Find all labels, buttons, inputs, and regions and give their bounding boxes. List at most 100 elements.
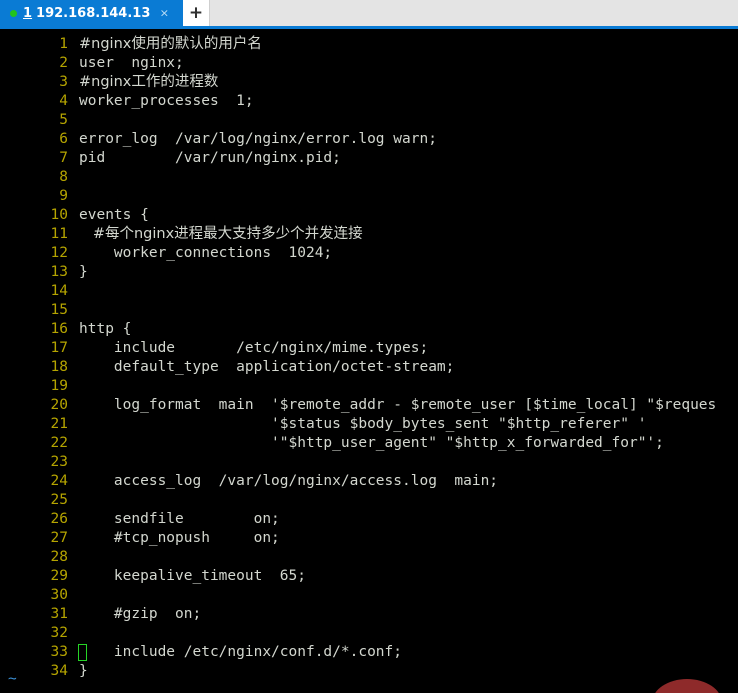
line-number: 2 bbox=[59, 55, 68, 71]
line-number: 7 bbox=[59, 150, 68, 166]
code-line[interactable]: 8 bbox=[0, 168, 738, 187]
code-line[interactable]: 32 bbox=[0, 624, 738, 643]
line-text: log_format main '$remote_addr - $remote_… bbox=[79, 397, 717, 413]
text-cursor bbox=[78, 644, 87, 661]
line-text: default_type application/octet-stream; bbox=[79, 359, 455, 375]
line-number: 5 bbox=[59, 112, 68, 128]
line-text: worker_connections 1024; bbox=[79, 245, 333, 261]
code-line[interactable]: 28 bbox=[0, 548, 738, 567]
line-text: #nginx使用的默认的用户名 bbox=[79, 36, 262, 52]
code-line[interactable]: 29 keepalive_timeout 65; bbox=[0, 567, 738, 586]
code-line[interactable]: 4 worker_processes 1; bbox=[0, 92, 738, 111]
close-icon[interactable]: × bbox=[160, 8, 169, 19]
corner-decoration bbox=[652, 679, 722, 693]
tab-active-session[interactable]: 1 192.168.144.13 × bbox=[0, 0, 183, 26]
line-number: 11 bbox=[50, 226, 68, 242]
code-line[interactable]: 26 sendfile on; bbox=[0, 510, 738, 529]
line-number: 31 bbox=[50, 606, 68, 622]
code-line[interactable]: 12 worker_connections 1024; bbox=[0, 244, 738, 263]
line-number: 1 bbox=[59, 36, 68, 52]
code-line[interactable]: 23 bbox=[0, 453, 738, 472]
connected-status-dot-icon bbox=[10, 9, 17, 17]
line-number: 15 bbox=[50, 302, 68, 318]
line-text: error_log /var/log/nginx/error.log warn; bbox=[79, 131, 437, 147]
line-number: 26 bbox=[50, 511, 68, 527]
line-number: 24 bbox=[50, 473, 68, 489]
code-line[interactable]: 22 '"$http_user_agent" "$http_x_forwarde… bbox=[0, 434, 738, 453]
code-line[interactable]: 17 include /etc/nginx/mime.types; bbox=[0, 339, 738, 358]
code-line[interactable]: 20 log_format main '$remote_addr - $remo… bbox=[0, 396, 738, 415]
code-line[interactable]: 16 http { bbox=[0, 320, 738, 339]
line-text: '"$http_user_agent" "$http_x_forwarded_f… bbox=[79, 435, 664, 451]
vim-buffer[interactable]: 1 #nginx使用的默认的用户名 2 user nginx; 3 #nginx工作的进程… bbox=[0, 35, 738, 681]
tab-index-label: 1 bbox=[23, 5, 33, 21]
terminal-viewport[interactable]: 1 #nginx使用的默认的用户名 2 user nginx; 3 #nginx工作的进程… bbox=[0, 29, 738, 693]
code-line[interactable]: 14 bbox=[0, 282, 738, 301]
code-line[interactable]: 18 default_type application/octet-stream… bbox=[0, 358, 738, 377]
code-line[interactable]: 7 pid /var/run/nginx.pid; bbox=[0, 149, 738, 168]
line-number: 4 bbox=[59, 93, 68, 109]
code-line[interactable]: 11 #每个nginx进程最大支持多少个并发连接 bbox=[0, 225, 738, 244]
line-text: worker_processes 1; bbox=[79, 93, 254, 109]
line-text: #每个nginx进程最大支持多少个并发连接 bbox=[79, 226, 363, 242]
line-number: 8 bbox=[59, 169, 68, 185]
line-number: 17 bbox=[50, 340, 68, 356]
code-line[interactable]: 25 bbox=[0, 491, 738, 510]
line-text: '$status $body_bytes_sent "$http_referer… bbox=[79, 416, 647, 432]
line-number: 33 bbox=[50, 644, 68, 660]
tab-bar: 1 192.168.144.13 × + bbox=[0, 0, 738, 26]
line-number: 13 bbox=[50, 264, 68, 280]
code-line[interactable]: 6 error_log /var/log/nginx/error.log warn… bbox=[0, 130, 738, 149]
line-number: 28 bbox=[50, 549, 68, 565]
line-text: sendfile on; bbox=[79, 511, 280, 527]
code-line[interactable]: 2 user nginx; bbox=[0, 54, 738, 73]
code-line[interactable]: 3 #nginx工作的进程数 bbox=[0, 73, 738, 92]
code-line[interactable]: 13} bbox=[0, 263, 738, 282]
line-number: 22 bbox=[50, 435, 68, 451]
code-line[interactable]: 31 #gzip on; bbox=[0, 605, 738, 624]
line-text: #gzip on; bbox=[79, 606, 202, 622]
new-tab-button[interactable]: + bbox=[183, 0, 210, 26]
line-number: 27 bbox=[50, 530, 68, 546]
line-text: include /etc/nginx/conf.d/*.conf; bbox=[79, 644, 403, 660]
code-line[interactable]: 34} bbox=[0, 662, 738, 681]
line-text: } bbox=[79, 663, 88, 679]
vim-empty-line-marker: ~ bbox=[8, 671, 17, 687]
code-line[interactable]: 30 bbox=[0, 586, 738, 605]
line-text: } bbox=[79, 264, 88, 280]
line-number: 3 bbox=[59, 74, 68, 90]
line-number: 9 bbox=[59, 188, 68, 204]
line-number: 29 bbox=[50, 568, 68, 584]
line-number: 14 bbox=[50, 283, 68, 299]
code-line[interactable]: 1 #nginx使用的默认的用户名 bbox=[0, 35, 738, 54]
line-number: 32 bbox=[50, 625, 68, 641]
tab-title-label: 192.168.144.13 bbox=[36, 5, 151, 21]
code-line[interactable]: 33 include /etc/nginx/conf.d/*.conf; bbox=[0, 643, 738, 662]
line-text: include /etc/nginx/mime.types; bbox=[79, 340, 429, 356]
line-text: access_log /var/log/nginx/access.log mai… bbox=[79, 473, 499, 489]
line-text: keepalive_timeout 65; bbox=[79, 568, 306, 584]
line-number: 10 bbox=[50, 207, 68, 223]
line-number: 16 bbox=[50, 321, 68, 337]
code-line[interactable]: 10 events { bbox=[0, 206, 738, 225]
tab-bar-empty-area bbox=[210, 0, 738, 26]
code-line[interactable]: 19 bbox=[0, 377, 738, 396]
code-line[interactable]: 15 bbox=[0, 301, 738, 320]
line-text: events { bbox=[79, 207, 149, 223]
line-number: 19 bbox=[50, 378, 68, 394]
code-line[interactable]: 27 #tcp_nopush on; bbox=[0, 529, 738, 548]
code-line[interactable]: 24 access_log /var/log/nginx/access.log … bbox=[0, 472, 738, 491]
line-number: 18 bbox=[50, 359, 68, 375]
code-line[interactable]: 5 bbox=[0, 111, 738, 130]
line-text: #tcp_nopush on; bbox=[79, 530, 280, 546]
line-number: 25 bbox=[50, 492, 68, 508]
line-text: http { bbox=[79, 321, 132, 337]
line-number: 21 bbox=[50, 416, 68, 432]
code-line[interactable]: 21 '$status $body_bytes_sent "$http_refe… bbox=[0, 415, 738, 434]
line-text: pid /var/run/nginx.pid; bbox=[79, 150, 341, 166]
line-number: 6 bbox=[59, 131, 68, 147]
line-number: 20 bbox=[50, 397, 68, 413]
line-number: 30 bbox=[50, 587, 68, 603]
line-number: 23 bbox=[50, 454, 68, 470]
code-line[interactable]: 9 bbox=[0, 187, 738, 206]
